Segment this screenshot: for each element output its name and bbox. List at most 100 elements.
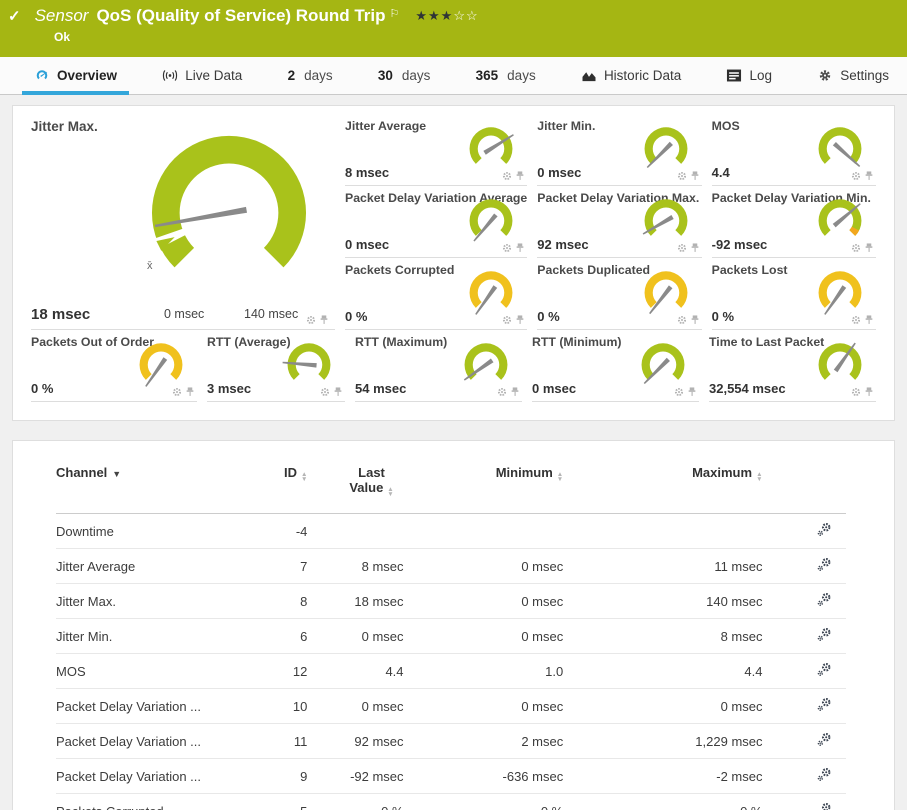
- gear-icon[interactable]: [674, 387, 684, 397]
- gear-icon[interactable]: [851, 387, 861, 397]
- pin-icon[interactable]: [185, 387, 195, 397]
- channel-settings-icon[interactable]: [817, 732, 832, 747]
- pin-icon[interactable]: [510, 387, 520, 397]
- cell-channel: Jitter Average: [56, 549, 252, 584]
- pin-icon[interactable]: [864, 171, 874, 181]
- table-row[interactable]: Packet Delay Variation ...100 msec0 msec…: [56, 689, 846, 724]
- cell-maximum: 0 %: [563, 794, 762, 810]
- cell-channel: Packet Delay Variation ...: [56, 689, 252, 724]
- tab-overview[interactable]: Overview: [30, 57, 121, 95]
- gear-icon[interactable]: [502, 171, 512, 181]
- cell-minimum: 0 msec: [404, 549, 564, 584]
- priority-stars[interactable]: ★★★☆☆: [415, 8, 478, 24]
- gear-icon[interactable]: [497, 387, 507, 397]
- pin-icon[interactable]: [690, 171, 700, 181]
- gear-icon[interactable]: [306, 315, 316, 325]
- tab-log[interactable]: Log: [722, 57, 776, 95]
- cell-actions: [763, 514, 847, 549]
- gauge-value: 0 msec: [345, 237, 389, 252]
- log-icon: [726, 69, 742, 82]
- object-kind-label: Sensor: [35, 6, 89, 26]
- gauge-tile-time-to-last-packet: Time to Last Packet32,554 msec: [709, 330, 876, 402]
- gear-icon[interactable]: [851, 243, 861, 253]
- table-row[interactable]: Packet Delay Variation ...1192 msec2 mse…: [56, 724, 846, 759]
- pin-icon[interactable]: [864, 387, 874, 397]
- gear-icon[interactable]: [502, 315, 512, 325]
- gear-icon[interactable]: [677, 171, 687, 181]
- tab-365-days[interactable]: 365days: [472, 57, 540, 95]
- channel-settings-icon[interactable]: [817, 627, 832, 642]
- table-row[interactable]: Downtime-4: [56, 514, 846, 549]
- channel-settings-icon[interactable]: [817, 767, 832, 782]
- column-header-channel[interactable]: Channel▼: [56, 453, 252, 514]
- gauge: [812, 265, 868, 318]
- tab-2-days[interactable]: 2days: [284, 57, 337, 95]
- table-row[interactable]: Packets Corrupted50 %0 %0 %: [56, 794, 846, 810]
- pin-icon[interactable]: [319, 315, 329, 325]
- cell-last-value: [307, 514, 403, 549]
- pin-icon[interactable]: [864, 243, 874, 253]
- tile-corner-icons: [677, 171, 700, 181]
- gear-icon[interactable]: [677, 243, 687, 253]
- gauges-overview-panel: Jitter Max. x̄ 18 msec 0 msec 140 msec J…: [12, 105, 895, 421]
- column-header-minimum[interactable]: Minimum▲▼: [404, 453, 564, 514]
- column-header-id[interactable]: ID▲▼: [252, 453, 307, 514]
- gear-icon[interactable]: [851, 171, 861, 181]
- channel-settings-icon[interactable]: [817, 557, 832, 572]
- column-header-maximum[interactable]: Maximum▲▼: [563, 453, 762, 514]
- tab-historic-data[interactable]: Historic Data: [577, 57, 685, 95]
- tab-settings[interactable]: Settings: [813, 57, 893, 95]
- gauge: [812, 337, 868, 390]
- sort-arrows-icon: ▲▼: [557, 472, 563, 482]
- sort-arrows-icon: ▲▼: [301, 472, 307, 482]
- cell-maximum: 11 msec: [563, 549, 762, 584]
- sort-arrows-icon: ▲▼: [387, 487, 393, 497]
- cell-maximum: -2 msec: [563, 759, 762, 794]
- cell-actions: [763, 759, 847, 794]
- gear-icon[interactable]: [172, 387, 182, 397]
- priority-stars-empty[interactable]: ☆☆: [453, 8, 478, 23]
- tab-live-data[interactable]: Live Data: [158, 57, 246, 95]
- tab-label: days: [507, 68, 536, 83]
- table-row[interactable]: Jitter Max.818 msec0 msec140 msec: [56, 584, 846, 619]
- gear-icon[interactable]: [851, 315, 861, 325]
- channel-table: Channel▼ ID▲▼ Last Value▲▼ Minimum▲▼ Max…: [56, 453, 846, 810]
- channel-settings-icon[interactable]: [817, 662, 832, 677]
- priority-stars-filled[interactable]: ★★★: [415, 8, 453, 23]
- column-header-last-value[interactable]: Last Value▲▼: [307, 453, 403, 514]
- table-row[interactable]: Packet Delay Variation ...9-92 msec-636 …: [56, 759, 846, 794]
- cell-last-value: 0 %: [307, 794, 403, 810]
- cell-minimum: 0 %: [404, 794, 564, 810]
- tab-30-days[interactable]: 30days: [374, 57, 435, 95]
- table-row[interactable]: Jitter Average78 msec0 msec11 msec: [56, 549, 846, 584]
- tab-number: 30: [378, 68, 393, 83]
- channel-settings-icon[interactable]: [817, 697, 832, 712]
- pin-icon[interactable]: [690, 315, 700, 325]
- pin-icon[interactable]: [690, 243, 700, 253]
- pin-icon[interactable]: [515, 243, 525, 253]
- gear-icon[interactable]: [677, 315, 687, 325]
- pin-icon[interactable]: [333, 387, 343, 397]
- tile-corner-icons: [502, 243, 525, 253]
- channel-settings-icon[interactable]: [817, 802, 832, 810]
- gauge-value: 0 %: [712, 309, 734, 324]
- table-row[interactable]: MOS124.41.04.4: [56, 654, 846, 689]
- cell-minimum: [404, 514, 564, 549]
- channel-settings-icon[interactable]: [817, 522, 832, 537]
- tile-corner-icons: [502, 315, 525, 325]
- gear-icon[interactable]: [320, 387, 330, 397]
- channel-settings-icon[interactable]: [817, 592, 832, 607]
- cell-last-value: 0 msec: [307, 619, 403, 654]
- table-row[interactable]: Jitter Min.60 msec0 msec8 msec: [56, 619, 846, 654]
- pin-icon[interactable]: [515, 315, 525, 325]
- pin-icon[interactable]: [864, 315, 874, 325]
- flag-icon[interactable]: ⚐: [390, 7, 400, 20]
- pin-icon[interactable]: [515, 171, 525, 181]
- pin-icon[interactable]: [687, 387, 697, 397]
- gauge-tile-packets-duplicated: Packets Duplicated0 %: [537, 258, 701, 330]
- gauge-value: 0 msec: [537, 165, 581, 180]
- gauge: [812, 121, 868, 174]
- tab-label: Overview: [57, 68, 117, 83]
- gear-icon[interactable]: [502, 243, 512, 253]
- tab-label: Live Data: [185, 68, 242, 83]
